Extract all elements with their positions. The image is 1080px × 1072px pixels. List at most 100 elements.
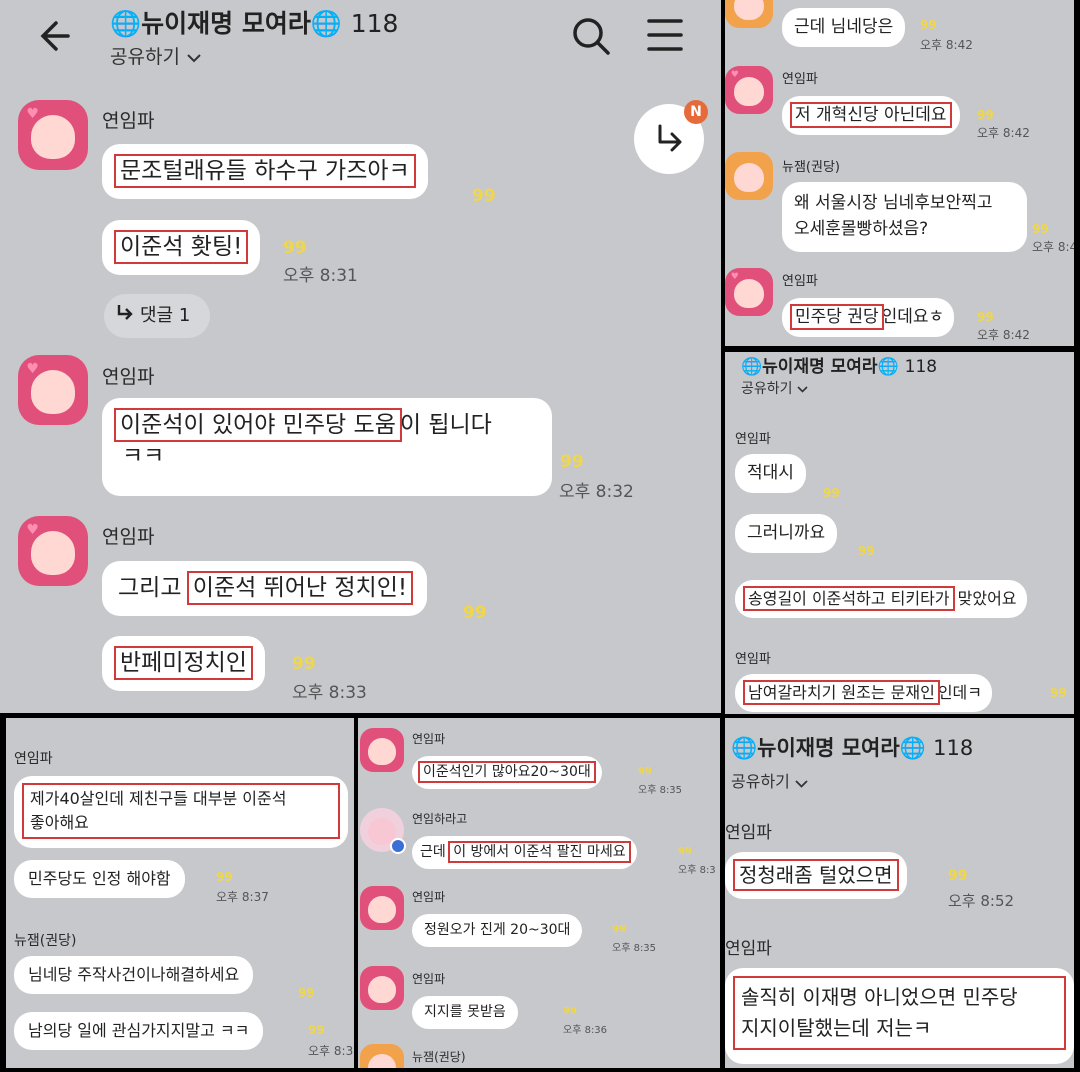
reply-arrow-icon — [652, 122, 686, 160]
avatar[interactable] — [360, 966, 404, 1010]
highlight-box: 제가40살인데 제친구들 대부분 이준석 좋아해요 — [22, 783, 340, 839]
message-bubble[interactable]: 근데 님네당은 — [782, 8, 906, 47]
message-bubble[interactable]: 님네당 주작사건이나해결하세요 — [14, 956, 254, 994]
highlight-box: 정청래좀 털었으면 — [733, 859, 899, 891]
unread-count: 99 — [678, 846, 692, 857]
message-bubble[interactable]: 민주당 권당 인데요ㅎ — [782, 298, 955, 337]
sender-name: 연임파 — [412, 890, 446, 904]
avatar[interactable]: ♥ — [725, 66, 773, 114]
unread-count: 99 — [472, 186, 496, 206]
message-bubble[interactable]: 그러니까요 — [735, 514, 838, 553]
message-time: 오후 8:42 — [977, 328, 1030, 342]
message-time: 오후 8:3 — [308, 1044, 354, 1058]
sender-name: 연임파 — [412, 732, 446, 746]
unread-count: 99 — [560, 452, 584, 472]
unread-count: 99 — [283, 238, 307, 258]
avatar[interactable]: ♥ — [18, 516, 88, 586]
avatar[interactable] — [360, 886, 404, 930]
chevron-down-icon — [186, 47, 202, 69]
unread-count: 99 — [298, 986, 315, 1000]
sender-name: 연임파 — [782, 72, 818, 87]
sender-name: 연임파 — [735, 652, 771, 667]
chevron-down-icon — [795, 773, 808, 792]
unread-count: 99 — [948, 868, 968, 884]
chat-title: 🌐뉴이재명 모여라🌐 118 — [110, 9, 399, 38]
message-time: 오후 8:42 — [920, 38, 973, 52]
crown-badge-icon — [390, 838, 406, 854]
message-time: 오후 8:33 — [292, 683, 367, 703]
sender-name: 연임파 — [102, 366, 155, 388]
message-bubble[interactable]: 문조털래유들 하수구 가즈아ㅋ — [102, 144, 428, 200]
highlight-box: 민주당 권당 — [790, 304, 884, 330]
share-button[interactable]: 공유하기 — [741, 378, 808, 398]
message-bubble[interactable]: 왜 서울시장 님네후보안찍고 오세훈몰빵하셨음? — [782, 182, 1027, 252]
highlight-box: 남여갈라치기 원조는 문재인 — [743, 680, 940, 705]
message-bubble[interactable]: 정청래좀 털었으면 — [725, 852, 907, 899]
avatar[interactable]: ♥ — [18, 100, 88, 170]
message-bubble[interactable]: 반페미정치인 — [102, 636, 265, 692]
highlight-box: 솔직히 이재명 아니었으면 민주당 지지이탈했는데 저는ㅋ — [733, 976, 1066, 1050]
main-chat-panel: 🌐뉴이재명 모여라🌐 118 공유하기 N ♥ 연임파 문조털래유들 하수구 가… — [0, 0, 721, 713]
message-bubble[interactable]: 이준석 홧팅! — [102, 220, 261, 276]
message-bubble[interactable]: 이준석이 있어야 민주당 도움 이 됩니다 ㅋㅋ — [102, 398, 552, 496]
sender-name: 연임파 — [735, 432, 771, 447]
sender-name: 연임파 — [412, 972, 446, 986]
top-right-chat-panel: 근데 님네당은 99 오후 8:42 ♥ 연임파 저 개혁신당 아닌데요 99 … — [725, 0, 1074, 346]
message-bubble[interactable]: 남여갈라치기 원조는 문재인 인데ㅋ — [735, 674, 992, 712]
message-time: 오후 8:37 — [216, 890, 269, 904]
avatar[interactable] — [360, 728, 404, 772]
message-bubble[interactable]: 근데 이 방에서 이준석 팔진 마세요 — [412, 836, 637, 869]
unread-count: 99 — [920, 18, 937, 32]
unread-count: 99 — [292, 654, 316, 674]
share-button[interactable]: 공유하기 — [110, 42, 202, 69]
share-button[interactable]: 공유하기 — [731, 768, 808, 792]
message-time: 오후 8:42 — [977, 126, 1030, 140]
message-bubble[interactable]: 정원오가 진게 20~30대 — [412, 914, 583, 947]
avatar[interactable]: ♥ — [725, 268, 773, 316]
back-arrow-icon[interactable] — [38, 16, 78, 56]
reply-float-button[interactable]: N — [634, 100, 708, 174]
unread-count: 99 — [1032, 222, 1049, 236]
mid-right-chat-panel: 🌐뉴이재명 모여라🌐 118 공유하기 연임파 적대시 99 그러니까요 99 … — [725, 352, 1074, 714]
message-bubble[interactable]: 민주당도 인정 해야함 — [14, 860, 185, 898]
message-time: 오후 8:36 — [563, 1025, 608, 1036]
sender-name: 뉴잼(권당) — [14, 933, 77, 949]
bottom-mid-chat-panel: 연임파 이준석인기 많아요20~30대 99 오후 8:35 연임하라고 근데 … — [358, 718, 720, 1068]
message-bubble[interactable]: 솔직히 이재명 아니었으면 민주당 지지이탈했는데 저는ㅋ — [725, 968, 1074, 1064]
new-badge: N — [684, 100, 708, 124]
bottom-right-chat-panel: 🌐뉴이재명 모여라🌐 118 공유하기 연임파 정청래좀 털었으면 99 오후 … — [725, 718, 1074, 1068]
message-time: 오후 8:35 — [612, 943, 657, 954]
sender-name: 연임파 — [14, 751, 53, 767]
search-icon[interactable] — [570, 15, 612, 57]
sender-name: 뉴잼(권당) — [782, 160, 840, 175]
avatar[interactable] — [725, 152, 773, 200]
message-bubble[interactable]: 그리고 이준석 뛰어난 정치인! — [102, 561, 428, 617]
message-time: 오후 8:32 — [559, 482, 634, 502]
avatar[interactable] — [360, 1044, 404, 1068]
unread-count: 99 — [638, 766, 652, 777]
highlight-box: 송영길이 이준석하고 티키타가 — [743, 586, 955, 611]
message-bubble[interactable]: 적대시 — [735, 454, 806, 493]
sender-name: 연임파 — [102, 110, 155, 132]
bottom-left-chat-panel: 연임파 제가40살인데 제친구들 대부분 이준석 좋아해요 민주당도 인정 해야함… — [6, 718, 354, 1068]
avatar[interactable] — [725, 0, 773, 28]
message-bubble[interactable]: 남의당 일에 관심가지지말고 ㅋㅋ — [14, 1012, 264, 1050]
message-time: 오후 8:35 — [638, 785, 683, 796]
avatar[interactable]: ♥ — [18, 355, 88, 425]
reply-thread-button[interactable]: 댓글 1 — [104, 294, 210, 338]
message-time: 오후 8:31 — [283, 266, 358, 286]
highlight-box: 저 개혁신당 아닌데요 — [790, 102, 952, 128]
chat-title: 🌐뉴이재명 모여라🌐 118 — [731, 736, 974, 760]
message-bubble[interactable]: 지지를 못받음 — [412, 996, 518, 1029]
message-bubble[interactable]: 이준석인기 많아요20~30대 — [412, 756, 602, 789]
message-time: 오후 8:4 — [1032, 240, 1074, 254]
unread-count: 99 — [1050, 686, 1067, 700]
chat-title: 🌐뉴이재명 모여라🌐 118 — [741, 357, 938, 377]
message-bubble[interactable]: 저 개혁신당 아닌데요 — [782, 96, 960, 135]
message-bubble[interactable]: 제가40살인데 제친구들 대부분 이준석 좋아해요 — [14, 776, 348, 848]
hamburger-menu-icon[interactable] — [645, 17, 685, 53]
message-time: 오후 8:3 — [678, 865, 716, 876]
highlight-box: 이준석인기 많아요20~30대 — [418, 761, 596, 783]
message-bubble[interactable]: 송영길이 이준석하고 티키타가 맞았어요 — [735, 580, 1027, 618]
highlight-box: 이 방에서 이준석 팔진 마세요 — [448, 841, 631, 863]
